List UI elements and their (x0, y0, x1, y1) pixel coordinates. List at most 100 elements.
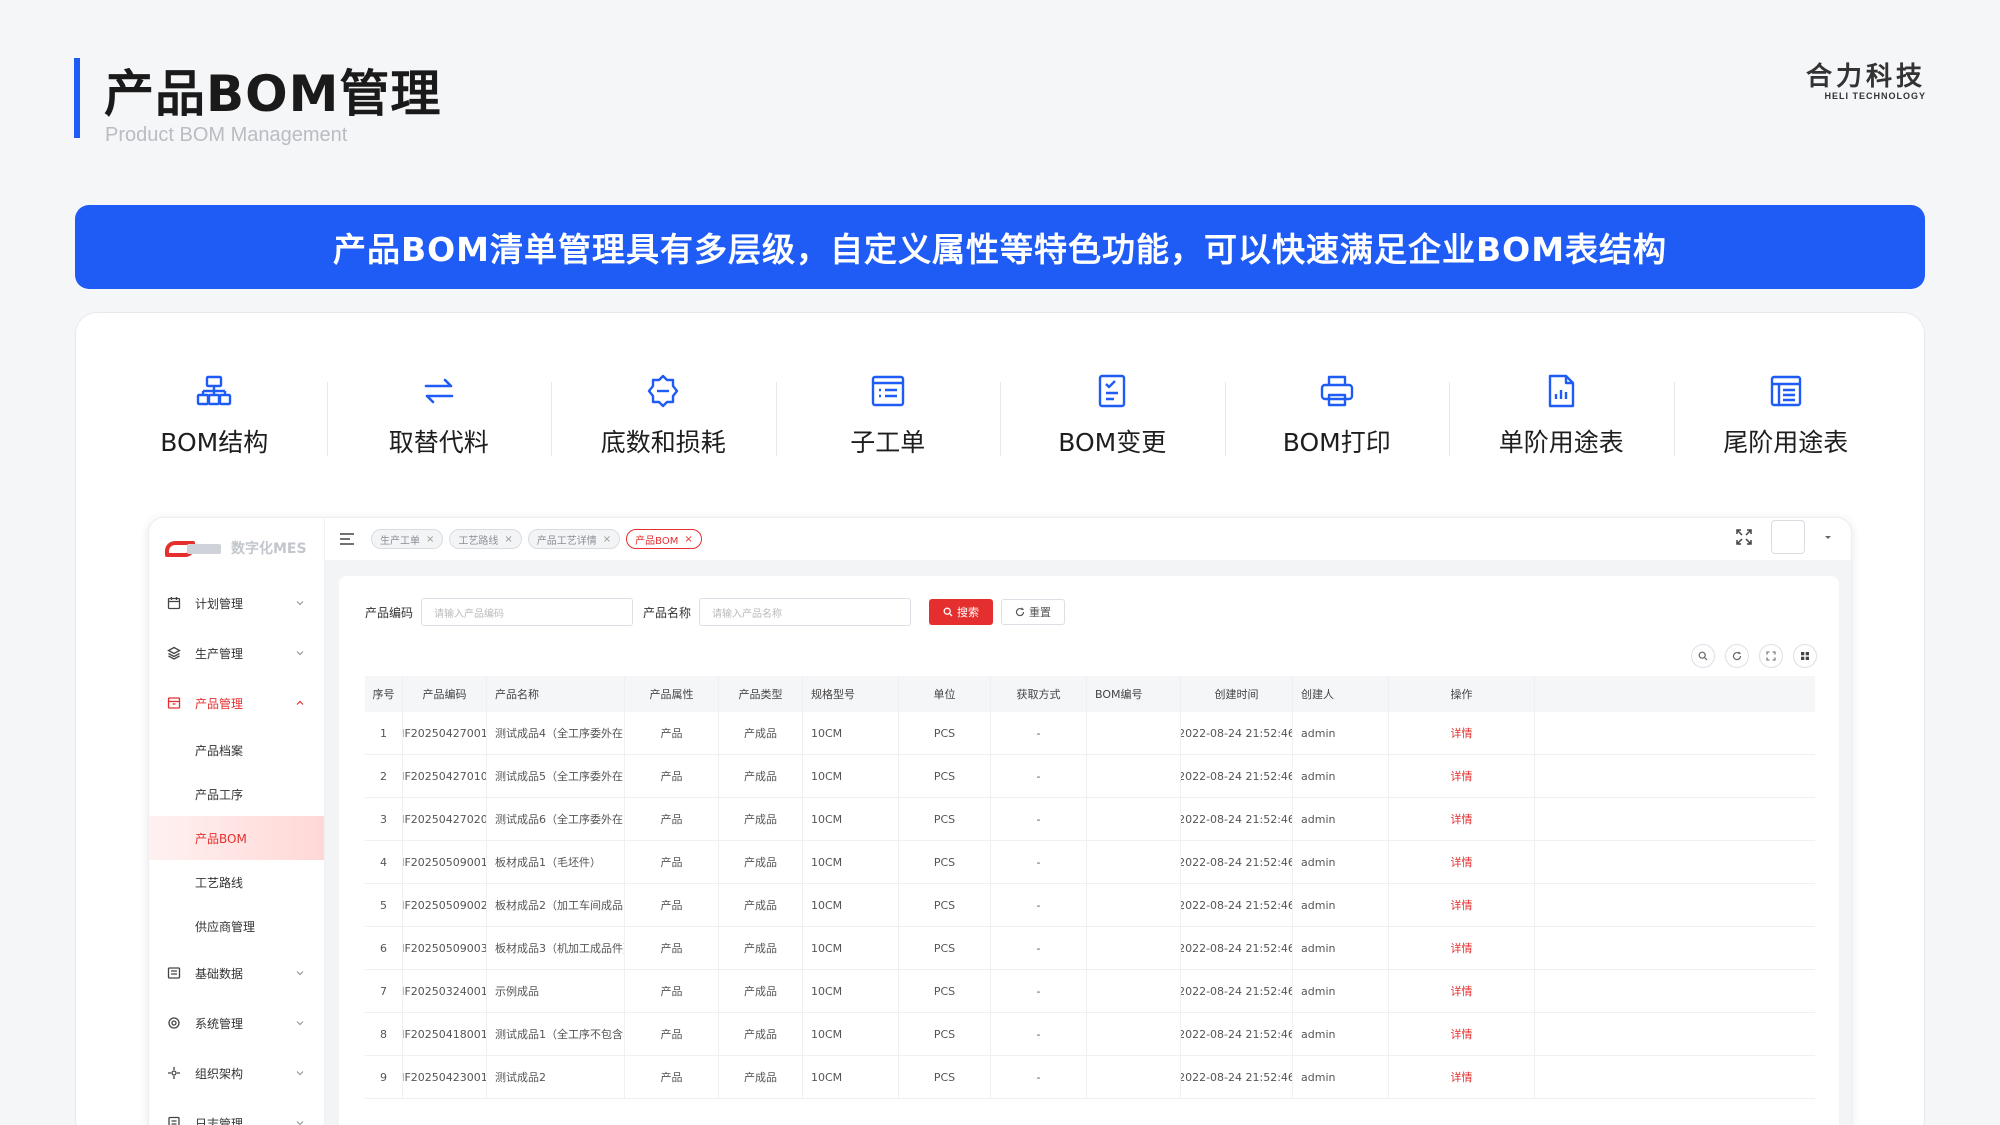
product-code-label: 产品编码 (365, 605, 414, 620)
product-name-input[interactable]: 请输入产品名称 (699, 598, 912, 626)
feature-label: 单阶用途表 (1498, 428, 1624, 457)
menu-base-data[interactable]: 基础数据 (149, 948, 324, 998)
detail-link[interactable]: 详情 (1389, 798, 1535, 840)
submenu-product-bom[interactable]: 产品BOM (149, 816, 324, 860)
cell-index: 4 (365, 841, 403, 883)
menu-plan[interactable]: 计划管理 (149, 578, 324, 628)
column-header-spec: 规格型号 (803, 676, 899, 712)
cell-index: 6 (365, 927, 403, 969)
cell-created-time: 2022-08-24 21:52:46 (1181, 927, 1293, 969)
cell-index: 1 (365, 712, 403, 754)
menu-product[interactable]: 产品管理 (149, 678, 324, 728)
menu-organization[interactable]: 组织架构 (149, 1048, 324, 1098)
tab-process-route[interactable]: 工艺路线 × (449, 529, 522, 549)
feature-list: BOM结构 取替代料 底数和损耗 子工单 BOM变更 BOM打印 单阶用途表 尾… (102, 358, 1898, 478)
detail-link[interactable]: 详情 (1389, 1013, 1535, 1055)
cell-creator: admin (1293, 755, 1389, 797)
detail-link[interactable]: 详情 (1389, 841, 1535, 883)
feature-bom-structure: BOM结构 (102, 358, 327, 478)
detail-link[interactable]: 详情 (1389, 927, 1535, 969)
reset-button[interactable]: 重置 (1001, 599, 1066, 625)
detail-link[interactable]: 详情 (1389, 712, 1535, 754)
fullscreen-table-button[interactable] (1759, 644, 1783, 668)
caret-down-icon[interactable] (1823, 532, 1833, 542)
menu-production[interactable]: 生产管理 (149, 628, 324, 678)
cell-product-code: IF20250509001 (403, 841, 487, 883)
column-header-product-code: 产品编码 (403, 676, 487, 712)
cell-acquire-method: - (991, 927, 1087, 969)
feature-label: BOM打印 (1282, 428, 1391, 457)
topbar-actions (1735, 520, 1833, 554)
menu-toggle-icon[interactable] (339, 532, 355, 546)
product-code-input[interactable]: 请输入产品编码 (421, 598, 634, 626)
tab-product-bom[interactable]: 产品BOM × (626, 529, 702, 549)
detail-link[interactable]: 详情 (1389, 970, 1535, 1012)
cell-bom-no (1087, 755, 1181, 797)
search-icon (1698, 651, 1708, 661)
cell-product-name: 测试成品2 (487, 1056, 625, 1098)
app-sidebar: 数字化MES 计划管理 生产管理 产品管理 产品档案 产品工序 产品BOM 工艺… (149, 518, 325, 1125)
cell-creator: admin (1293, 970, 1389, 1012)
submenu-product-process[interactable]: 产品工序 (149, 772, 324, 816)
cell-unit: PCS (899, 712, 991, 754)
cell-product-name: 示例成品 (487, 970, 625, 1012)
cell-bom-no (1087, 1056, 1181, 1098)
settings-icon (168, 1017, 180, 1029)
cell-acquire-method: - (991, 1013, 1087, 1055)
table-row: 8 IF20250418001 测试成品1（全工序不包含... 产品 产成品 10CM PC… (365, 1013, 1815, 1056)
cell-index: 2 (365, 755, 403, 797)
table-row: 1 IF20250427001 测试成品4（全工序委外在... 产品 产成品 10CM PC… (365, 712, 1815, 755)
database-icon (167, 967, 181, 979)
cell-product-code: IF20250427020 (403, 798, 487, 840)
gear-badge-icon (648, 374, 679, 408)
cell-acquire-method: - (991, 1056, 1087, 1098)
cell-product-code: IF20250427010 (403, 755, 487, 797)
close-icon[interactable]: × (603, 534, 611, 545)
detail-link[interactable]: 详情 (1389, 1056, 1535, 1098)
brand-name-cn: 合力科技 (1805, 62, 1926, 92)
fullscreen-icon[interactable] (1735, 528, 1753, 546)
box-icon (167, 697, 181, 709)
close-icon[interactable]: × (426, 534, 434, 545)
menu-system[interactable]: 系统管理 (149, 998, 324, 1048)
org-icon (168, 1067, 180, 1079)
feature-label: BOM变更 (1058, 428, 1167, 457)
cell-creator: admin (1293, 841, 1389, 883)
submenu-product-archive[interactable]: 产品档案 (149, 728, 324, 772)
cell-product-code: IF20250423001 (403, 1056, 487, 1098)
avatar[interactable] (1771, 520, 1805, 554)
detail-link[interactable]: 详情 (1389, 755, 1535, 797)
search-button[interactable]: 搜索 (929, 599, 994, 625)
tab-label: 产品BOM (635, 535, 679, 547)
toggle-search-button[interactable] (1691, 644, 1715, 668)
close-icon[interactable]: × (684, 534, 692, 545)
chevron-down-icon (296, 1021, 304, 1026)
feature-label: 尾阶用途表 (1723, 428, 1849, 457)
close-icon[interactable]: × (504, 534, 512, 545)
table-row: 4 IF20250509001 板材成品1（毛坯件） 产品 产成品 10CM PCS - 202… (365, 841, 1815, 884)
cell-product-name: 板材成品3（机加工成品件） (487, 927, 625, 969)
submenu-process-route[interactable]: 工艺路线 (149, 860, 324, 904)
tab-work-order[interactable]: 生产工单 × (371, 529, 444, 549)
column-settings-button[interactable] (1793, 644, 1817, 668)
tab-product-process-detail[interactable]: 产品工艺详情 × (527, 529, 621, 549)
cell-creator: admin (1293, 798, 1389, 840)
cell-bom-no (1087, 970, 1181, 1012)
detail-link[interactable]: 详情 (1389, 884, 1535, 926)
menu-log[interactable]: 日志管理 (149, 1098, 324, 1125)
cell-unit: PCS (899, 970, 991, 1012)
logo-mark (165, 537, 223, 559)
search-button-label: 搜索 (957, 606, 980, 619)
page-subtitle: Product BOM Management (105, 124, 348, 146)
submenu-supplier[interactable]: 供应商管理 (149, 904, 324, 948)
chevron-down-icon (296, 1071, 304, 1076)
cell-creator: admin (1293, 1056, 1389, 1098)
feature-label: BOM结构 (160, 428, 269, 457)
hierarchy-icon (197, 375, 232, 406)
chevron-down-icon (296, 651, 304, 656)
refresh-button[interactable] (1725, 644, 1749, 668)
tab-label: 生产工单 (380, 535, 420, 547)
printer-icon (1320, 375, 1353, 407)
refresh-icon (1015, 607, 1025, 617)
checklist-icon (1099, 374, 1126, 408)
